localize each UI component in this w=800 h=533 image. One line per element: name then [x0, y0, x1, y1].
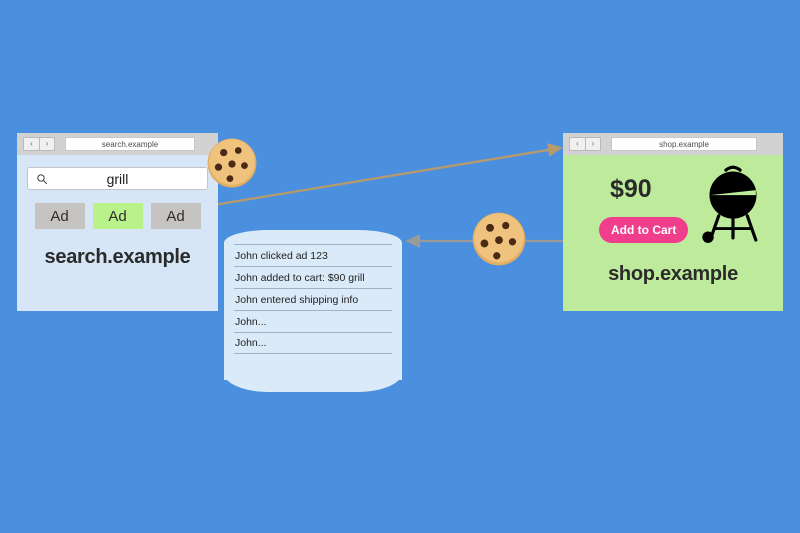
search-url-bar[interactable]: search.example: [65, 137, 195, 151]
database-row: John added to cart: $90 grill: [234, 266, 392, 288]
search-icon: [37, 173, 47, 184]
search-browser-chrome: ‹ › search.example: [17, 133, 218, 155]
shop-nav-buttons: ‹ ›: [569, 137, 601, 151]
cookie-on-search: [207, 138, 257, 188]
shop-url-bar[interactable]: shop.example: [611, 137, 757, 151]
grill-icon: [702, 165, 758, 243]
shop-back-button[interactable]: ‹: [569, 137, 585, 151]
add-to-cart-button[interactable]: Add to Cart: [599, 217, 689, 243]
database-bottom-ellipse: [224, 354, 402, 392]
ad-row: Ad Ad Ad: [27, 203, 208, 229]
diagram-canvas: ‹ › search.example grill Ad Ad Ad search…: [0, 0, 800, 533]
shop-browser-chrome: ‹ › shop.example: [563, 133, 783, 155]
shop-forward-button[interactable]: ›: [585, 137, 601, 151]
search-browser-window[interactable]: ‹ › search.example grill Ad Ad Ad search…: [17, 133, 218, 311]
database-row: John clicked ad 123: [234, 244, 392, 266]
search-query-text: grill: [106, 170, 129, 187]
shop-site-title: shop.example: [608, 263, 738, 285]
search-page-body: grill Ad Ad Ad search.example: [17, 155, 218, 269]
search-site-title: search.example: [44, 246, 191, 268]
shop-page-body: $90 Add to Cart shop.example: [563, 155, 783, 311]
tracking-database: John clicked ad 123 John added to cart: …: [224, 230, 402, 392]
search-input[interactable]: grill: [27, 167, 208, 190]
search-nav-buttons: ‹ ›: [23, 137, 55, 151]
database-row: John entered shipping info: [234, 288, 392, 310]
database-row: John...: [234, 310, 392, 332]
search-back-button[interactable]: ‹: [23, 137, 39, 151]
database-row-list: John clicked ad 123 John added to cart: …: [234, 244, 392, 354]
ad-button-3[interactable]: Ad: [150, 203, 201, 229]
ad-button-1[interactable]: Ad: [34, 203, 85, 229]
database-row: John...: [234, 332, 392, 354]
product-price: $90: [610, 175, 652, 203]
shop-browser-window[interactable]: ‹ › shop.example $90 Add to Cart shop.ex…: [563, 133, 783, 311]
search-forward-button[interactable]: ›: [39, 137, 55, 151]
ad-button-2-highlighted[interactable]: Ad: [92, 203, 143, 229]
cookie-on-shop: [472, 212, 526, 266]
